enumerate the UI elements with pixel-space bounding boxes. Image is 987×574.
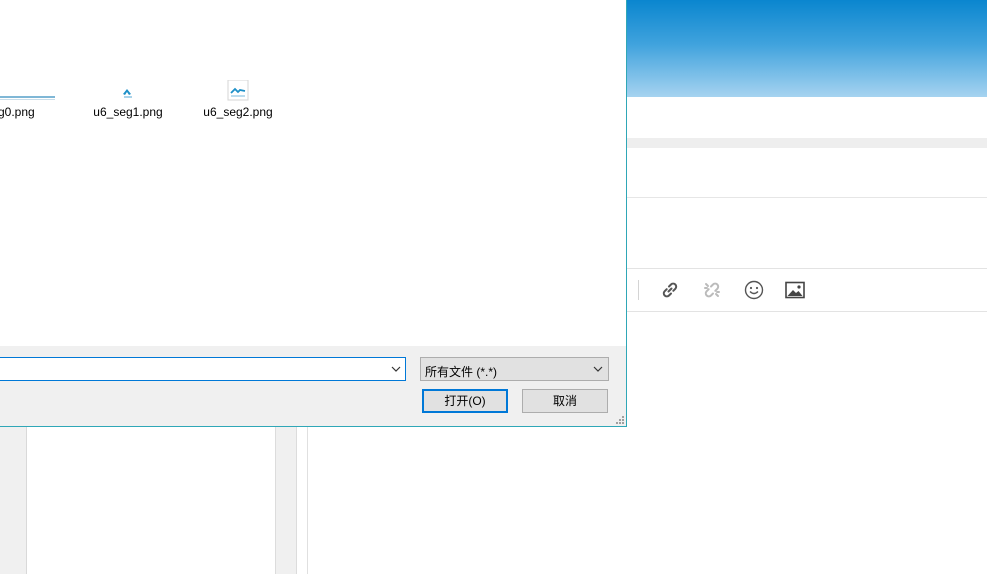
page-header-banner — [627, 0, 987, 97]
file-name: u6_seg1.png — [93, 105, 163, 119]
filename-input[interactable] — [3, 361, 383, 377]
file-type-filter-select[interactable]: 所有文件 (*.*) — [420, 357, 609, 381]
toolbar-separator — [638, 280, 639, 300]
divider-strip — [627, 138, 987, 148]
chevron-down-icon[interactable] — [390, 363, 402, 375]
open-button[interactable]: 打开(O) — [422, 389, 508, 413]
background-pane — [27, 427, 275, 574]
file-list-area[interactable]: seg0.png u6_seg1.png u6_seg2.png — [0, 0, 626, 346]
divider — [627, 268, 987, 269]
file-name: seg0.png — [0, 105, 35, 119]
file-type-filter-label: 所有文件 (*.*) — [425, 365, 498, 379]
cancel-button[interactable]: 取消 — [522, 389, 608, 413]
unlink-icon[interactable] — [699, 278, 725, 302]
file-open-dialog: seg0.png u6_seg1.png u6_seg2.png — [0, 0, 627, 427]
chevron-down-icon — [592, 363, 604, 375]
image-icon[interactable] — [782, 278, 808, 302]
scrollbar[interactable] — [275, 427, 297, 574]
divider — [627, 311, 987, 312]
divider — [307, 427, 308, 574]
file-name: u6_seg2.png — [203, 105, 273, 119]
image-thumbnail-icon — [83, 80, 173, 104]
link-icon[interactable] — [657, 278, 683, 302]
filename-combobox[interactable] — [0, 357, 406, 381]
image-thumbnail-icon — [0, 80, 61, 104]
background-pane — [0, 427, 27, 574]
emoji-icon[interactable] — [741, 278, 767, 302]
image-thumbnail-icon — [193, 79, 283, 104]
resize-grip-icon[interactable] — [613, 413, 625, 425]
divider — [627, 197, 987, 198]
